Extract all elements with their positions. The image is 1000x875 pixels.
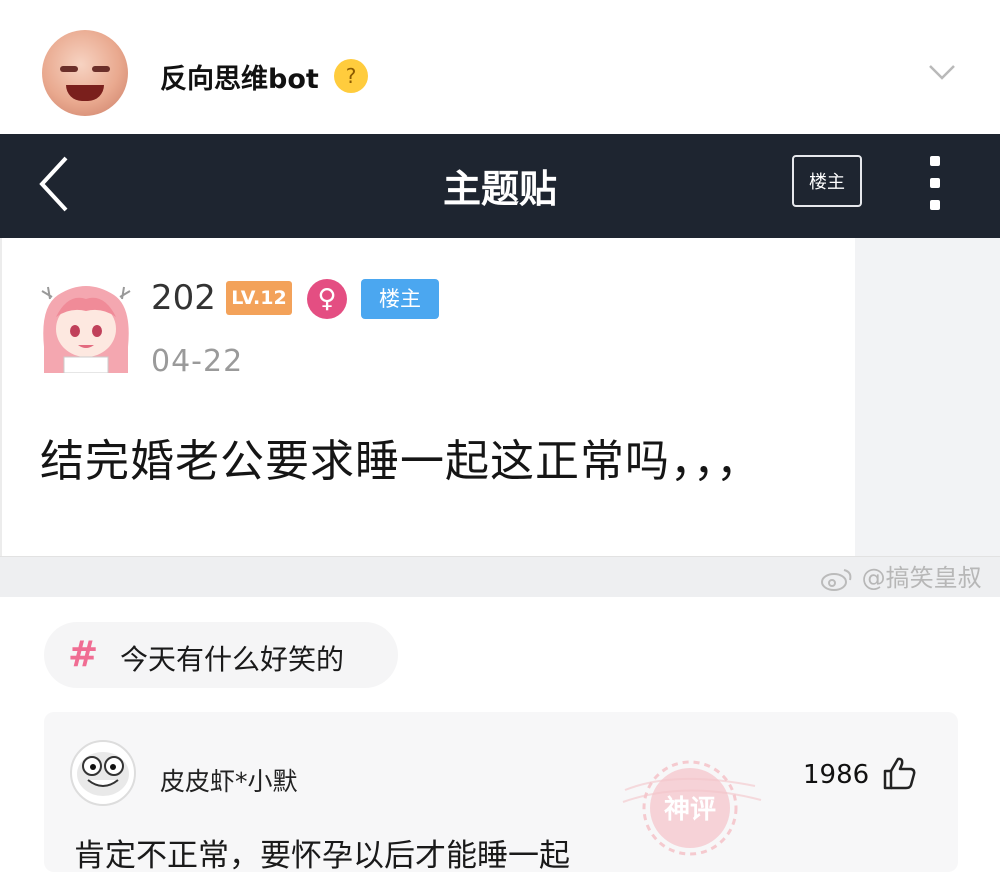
- hot-comment-stamp: 神评: [622, 760, 762, 856]
- avatar-eye: [60, 66, 78, 72]
- owner-badge: 楼主: [361, 279, 439, 319]
- op-username[interactable]: 202: [151, 278, 216, 318]
- anime-girl-avatar-icon: [41, 286, 131, 373]
- hashtag-icon: #: [68, 634, 99, 675]
- cartoon-face-avatar-icon: [77, 752, 129, 796]
- thumbs-up-icon[interactable]: [881, 755, 917, 791]
- more-vertical-icon[interactable]: [922, 154, 948, 212]
- commenter-username[interactable]: 皮皮虾*小默: [160, 762, 298, 798]
- female-icon: ♀: [307, 279, 347, 319]
- avatar-eye: [92, 66, 110, 72]
- avatar-mouth: [66, 85, 104, 101]
- post-date: 04-22: [151, 344, 244, 379]
- author-name[interactable]: 反向思维bot: [160, 57, 319, 96]
- commenter-avatar[interactable]: [70, 740, 136, 806]
- author-avatar[interactable]: [42, 30, 128, 116]
- weibo-icon: [821, 569, 852, 591]
- op-avatar[interactable]: [38, 277, 134, 373]
- weibo-watermark: @搞笑皇叔: [820, 558, 982, 592]
- topic-label[interactable]: 今天有什么好笑的: [120, 638, 344, 678]
- like-count: 1986: [803, 760, 870, 790]
- comment-content: 肯定不正常，要怀孕以后才能睡一起: [74, 838, 570, 874]
- chevron-down-icon[interactable]: [928, 62, 956, 82]
- stamp-text: 神评: [664, 795, 716, 825]
- post-content: 结完婚老公要求睡一起这正常吗，，，: [40, 436, 761, 487]
- divider: [0, 238, 2, 556]
- level-badge: LV.12: [226, 281, 292, 315]
- watermark-text: @搞笑皇叔: [861, 564, 982, 592]
- post-side-shade: [855, 238, 1000, 556]
- thinking-face-icon: ?: [334, 59, 368, 93]
- owner-only-button[interactable]: 楼主: [792, 155, 862, 207]
